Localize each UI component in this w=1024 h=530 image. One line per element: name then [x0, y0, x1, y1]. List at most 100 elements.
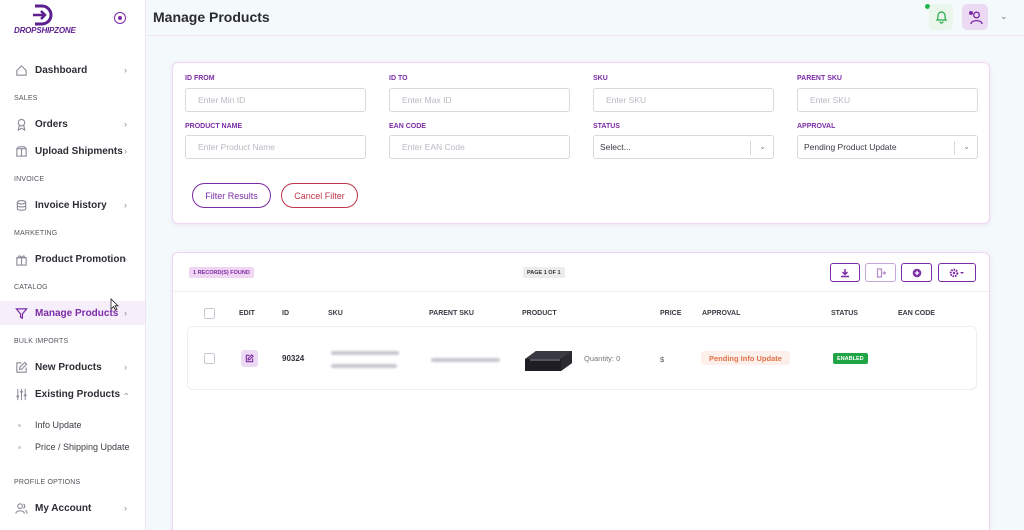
- chevron-right-icon: ›: [124, 146, 127, 156]
- id-to-label: ID TO: [389, 75, 408, 82]
- approval-label: APPROVAL: [797, 123, 836, 130]
- top-bar: Manage Products ⌄: [146, 0, 1024, 36]
- id-from-input[interactable]: Enter Min ID: [185, 88, 366, 112]
- sidebar-item-label: Product Promotion: [35, 253, 126, 265]
- column-header-id: ID: [282, 310, 289, 317]
- bell-icon: [935, 11, 947, 24]
- sku-label: SKU: [593, 75, 608, 82]
- ean-code-input[interactable]: Enter EAN Code: [389, 135, 570, 159]
- database-icon: [14, 198, 28, 212]
- sidebar: DROPSHIPZONE Dashboard › SALES Orders › …: [0, 0, 146, 530]
- cancel-filter-button[interactable]: Cancel Filter: [281, 183, 358, 208]
- file-export-icon: [876, 267, 886, 278]
- parent-sku-input[interactable]: Enter SKU: [797, 88, 978, 112]
- status-select-value: Select...: [600, 142, 631, 152]
- edit-button[interactable]: [241, 350, 258, 367]
- filter-icon: [14, 306, 28, 320]
- sidebar-item-label: Manage Products: [35, 307, 119, 319]
- select-all-checkbox[interactable]: [204, 308, 215, 319]
- sliders-icon: [14, 387, 28, 401]
- chevron-up-icon: ›: [120, 392, 131, 396]
- product-quantity: Quantity: 0: [584, 354, 621, 363]
- status-select[interactable]: Select... ⌄: [593, 135, 774, 159]
- product-thumbnail: [525, 351, 572, 371]
- page-title: Manage Products: [153, 9, 270, 25]
- sidebar-item-product-promotion[interactable]: Product Promotion ›: [0, 247, 145, 271]
- table-row: 90324 Quantity: 0 $ Pending Info Update …: [187, 326, 977, 390]
- row-checkbox[interactable]: [204, 353, 215, 364]
- sidebar-item-upload-shipments[interactable]: Upload Shipments ›: [0, 139, 145, 163]
- chevron-right-icon: ›: [124, 503, 127, 513]
- sidebar-item-label: Invoice History: [35, 199, 107, 211]
- product-name-label: PRODUCT NAME: [185, 123, 243, 130]
- product-name-input[interactable]: Enter Product Name: [185, 135, 366, 159]
- column-header-approval: APPROVAL: [702, 310, 741, 317]
- column-header-parent-sku: PARENT SKU: [429, 310, 474, 317]
- column-header-product: PRODUCT: [522, 310, 557, 317]
- section-label-bulk-imports: BULK IMPORTS: [14, 338, 69, 345]
- notifications-button[interactable]: [929, 4, 953, 30]
- parent-sku-label: PARENT SKU: [797, 75, 842, 82]
- package-icon: [14, 144, 28, 158]
- sku-input[interactable]: Enter SKU: [593, 88, 774, 112]
- section-label-invoice: INVOICE: [14, 176, 45, 183]
- approval-select[interactable]: Pending Product Update ⌄: [797, 135, 978, 159]
- add-product-button[interactable]: [901, 263, 932, 282]
- select-divider: [954, 141, 955, 155]
- sidebar-item-dashboard[interactable]: Dashboard ›: [0, 58, 145, 82]
- chevron-down-icon: ⌄: [759, 142, 766, 151]
- bullet-icon: [18, 445, 21, 449]
- product-id: 90324: [282, 354, 305, 363]
- gift-icon: [14, 252, 28, 266]
- chevron-down-icon: ⌄: [963, 142, 970, 151]
- award-icon: [14, 117, 28, 131]
- column-header-ean-code: EAN CODE: [898, 310, 935, 317]
- sidebar-subitem-label: Price / Shipping Update: [35, 442, 130, 452]
- brand-logo[interactable]: DROPSHIPZONE: [12, 4, 82, 35]
- export-button[interactable]: [865, 263, 896, 282]
- user-icon: [968, 10, 983, 24]
- sidebar-item-my-account[interactable]: My Account ›: [0, 496, 145, 520]
- sidebar-item-new-products[interactable]: New Products ›: [0, 355, 145, 379]
- chevron-down-icon[interactable]: ⌄: [1000, 11, 1008, 22]
- chevron-right-icon: ›: [124, 308, 127, 318]
- section-label-sales: SALES: [14, 95, 38, 102]
- column-header-sku: SKU: [328, 310, 343, 317]
- settings-dropdown-button[interactable]: [938, 263, 976, 282]
- sidebar-item-label: Orders: [35, 118, 68, 130]
- logo-icon: [33, 4, 53, 26]
- user-menu-button[interactable]: [962, 4, 988, 30]
- product-price: $: [660, 355, 665, 364]
- chevron-right-icon: ›: [124, 65, 127, 75]
- filter-results-button[interactable]: Filter Results: [192, 183, 271, 208]
- sidebar-item-existing-products[interactable]: Existing Products ›: [0, 382, 145, 406]
- sidebar-item-label: Existing Products: [35, 388, 121, 400]
- status-label: STATUS: [593, 123, 620, 130]
- sidebar-item-label: My Account: [35, 502, 92, 514]
- bullet-icon: [18, 423, 21, 427]
- column-header-status: STATUS: [831, 310, 858, 317]
- filter-panel: ID FROM Enter Min ID ID TO Enter Max ID …: [172, 62, 990, 224]
- column-header-edit: EDIT: [239, 310, 255, 317]
- download-button[interactable]: [830, 263, 860, 282]
- edit-icon: [14, 360, 28, 374]
- sidebar-subitem-price-shipping-update[interactable]: Price / Shipping Update: [18, 442, 130, 452]
- products-table-panel: 1 RECORD(S) FOUND PAGE 1 OF 1 EDIT ID SK…: [172, 252, 990, 530]
- sidebar-item-orders[interactable]: Orders ›: [0, 112, 145, 136]
- sku-redacted: [331, 351, 399, 355]
- users-icon: [14, 501, 28, 515]
- brand-name: DROPSHIPZONE: [14, 26, 76, 35]
- chevron-right-icon: ›: [124, 362, 127, 372]
- sidebar-item-label: New Products: [35, 361, 102, 373]
- mouse-cursor-icon: [110, 298, 119, 311]
- section-label-catalog: CATALOG: [14, 284, 48, 291]
- sidebar-collapse-button[interactable]: [114, 12, 126, 24]
- id-to-input[interactable]: Enter Max ID: [389, 88, 570, 112]
- id-from-label: ID FROM: [185, 75, 215, 82]
- chevron-right-icon: ›: [124, 254, 127, 264]
- sidebar-subitem-info-update[interactable]: Info Update: [18, 420, 82, 430]
- section-label-profile-options: PROFILE OPTIONS: [14, 479, 81, 486]
- sku-redacted: [331, 364, 397, 368]
- sidebar-item-invoice-history[interactable]: Invoice History ›: [0, 193, 145, 217]
- sidebar-item-manage-products[interactable]: Manage Products ›: [0, 301, 145, 325]
